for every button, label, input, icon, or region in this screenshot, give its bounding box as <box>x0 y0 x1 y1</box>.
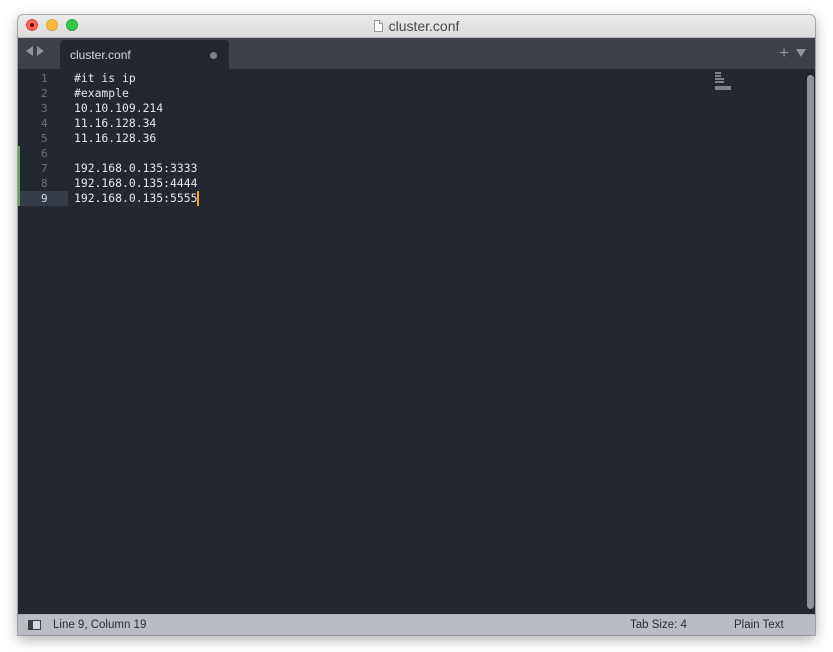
diff-added-marker <box>18 191 20 206</box>
line-number: 3 <box>41 102 48 115</box>
line-number: 1 <box>41 72 48 85</box>
tab-navigation <box>26 46 44 56</box>
code-line[interactable]: #it is ip <box>74 71 136 86</box>
code-line[interactable]: 10.10.109.214 <box>74 101 163 116</box>
code-line[interactable]: 11.16.128.34 <box>74 116 156 131</box>
line-number: 9 <box>18 191 68 206</box>
unsaved-dot-icon[interactable] <box>210 52 217 59</box>
line-number: 7 <box>41 162 48 175</box>
editor-window: cluster.conf cluster.conf + 1 2 3 4 5 6 7 89 #i… <box>18 15 815 635</box>
minimap-line <box>715 78 724 80</box>
cursor-position[interactable]: Line 9, Column 19 <box>53 619 146 631</box>
sidebar-toggle-icon[interactable] <box>28 620 41 630</box>
tab-size-selector[interactable]: Tab Size: 4 <box>630 619 687 631</box>
diff-added-marker <box>18 146 20 161</box>
title-bar[interactable]: cluster.conf <box>18 15 815 38</box>
code-line[interactable]: 192.168.0.135:4444 <box>74 176 197 191</box>
minimap-line <box>715 75 721 77</box>
arrow-right-icon[interactable] <box>37 46 44 56</box>
minimap[interactable] <box>715 72 733 90</box>
tab-label: cluster.conf <box>70 48 131 62</box>
plus-icon[interactable]: + <box>779 44 789 61</box>
arrow-left-icon[interactable] <box>26 46 33 56</box>
text-cursor <box>197 191 199 206</box>
line-number: 8 <box>41 177 48 190</box>
vertical-scrollbar[interactable] <box>807 75 814 609</box>
code-line[interactable]: 192.168.0.135:3333 <box>74 161 197 176</box>
status-bar: Line 9, Column 19 Tab Size: 4 Plain Text <box>18 614 815 635</box>
line-number: 2 <box>41 87 48 100</box>
minimap-line <box>715 72 721 74</box>
window-title: cluster.conf <box>18 15 815 37</box>
diff-added-marker <box>18 161 20 176</box>
line-number: 5 <box>41 132 48 145</box>
minimap-line <box>715 81 724 83</box>
code-line[interactable]: #example <box>74 86 129 101</box>
text-editor[interactable]: 1 2 3 4 5 6 7 89 #it is ip #example 10.10.109.214… <box>18 69 815 614</box>
line-number: 6 <box>41 147 48 160</box>
window-title-text: cluster.conf <box>388 18 460 34</box>
minimap-line <box>715 88 731 90</box>
syntax-selector[interactable]: Plain Text <box>734 619 784 631</box>
tab-cluster-conf[interactable]: cluster.conf <box>60 40 229 69</box>
line-number: 4 <box>41 117 48 130</box>
tab-bar: cluster.conf + <box>18 38 815 69</box>
diff-added-marker <box>18 176 20 191</box>
code-line[interactable]: 11.16.128.36 <box>74 131 156 146</box>
chevron-down-icon[interactable] <box>796 49 806 57</box>
line-number-gutter: 1 2 3 4 5 6 7 89 <box>18 69 68 614</box>
file-icon <box>373 20 383 32</box>
code-line[interactable]: 192.168.0.135:5555 <box>74 191 197 206</box>
